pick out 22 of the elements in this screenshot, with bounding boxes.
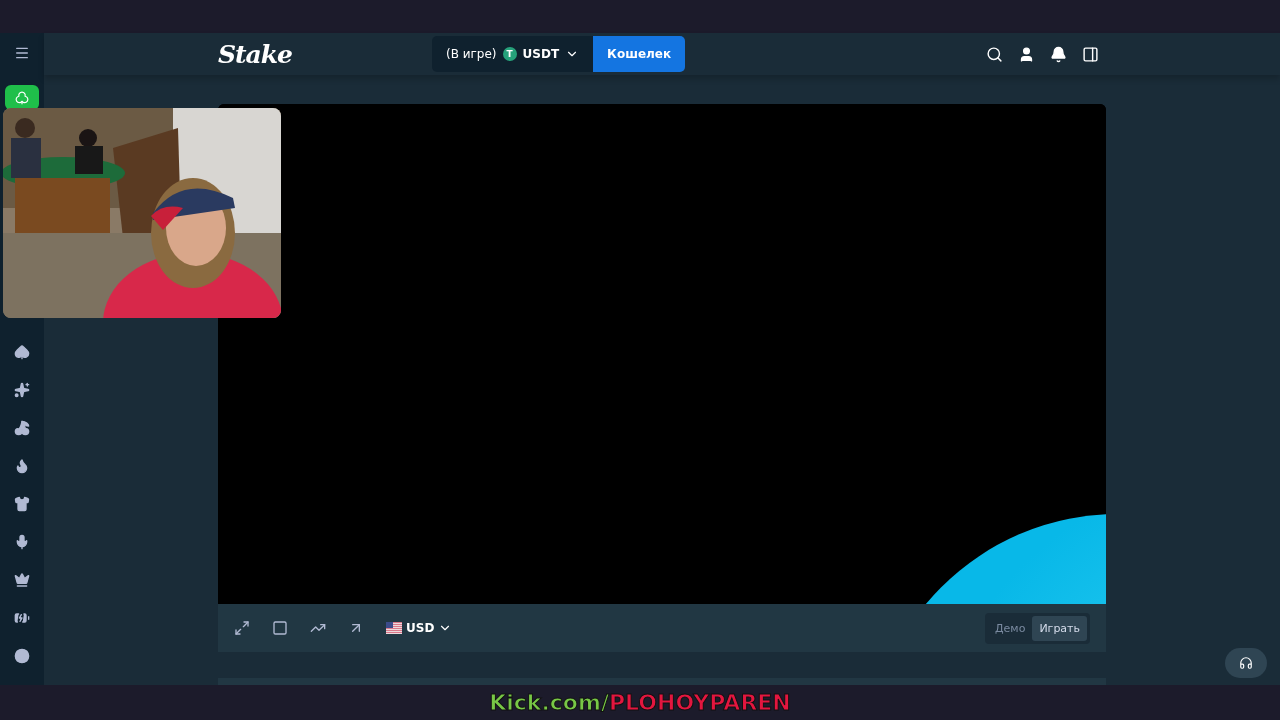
- fullscreen-icon[interactable]: [234, 620, 250, 636]
- club-icon: [15, 90, 29, 105]
- flag-icon: [386, 622, 402, 634]
- balance-selector[interactable]: (В игре) T USDT: [432, 36, 594, 72]
- stream-link-text: PLOHOYPAREN: [608, 690, 791, 715]
- theatre-icon[interactable]: [272, 620, 288, 636]
- mode-tab[interactable]: Играть: [1032, 615, 1087, 641]
- currency-selector[interactable]: USD: [386, 621, 453, 635]
- sidebar-panel-icon[interactable]: [1080, 44, 1100, 64]
- support-button[interactable]: [1225, 648, 1267, 678]
- stream-link-text: Kick.com/: [489, 690, 609, 715]
- logo: Stake: [218, 39, 293, 69]
- bell-icon[interactable]: [1048, 44, 1068, 64]
- search-icon[interactable]: [984, 44, 1004, 64]
- sparkles-icon[interactable]: [12, 380, 32, 400]
- mode-tab[interactable]: Демо: [988, 615, 1033, 641]
- casino-button[interactable]: [5, 85, 39, 110]
- headset-icon: [1239, 656, 1253, 670]
- cherry-icon[interactable]: [12, 418, 32, 438]
- shirt-icon[interactable]: [12, 494, 32, 514]
- crown-icon[interactable]: [12, 570, 32, 590]
- wallet-button[interactable]: Кошелек: [593, 36, 686, 72]
